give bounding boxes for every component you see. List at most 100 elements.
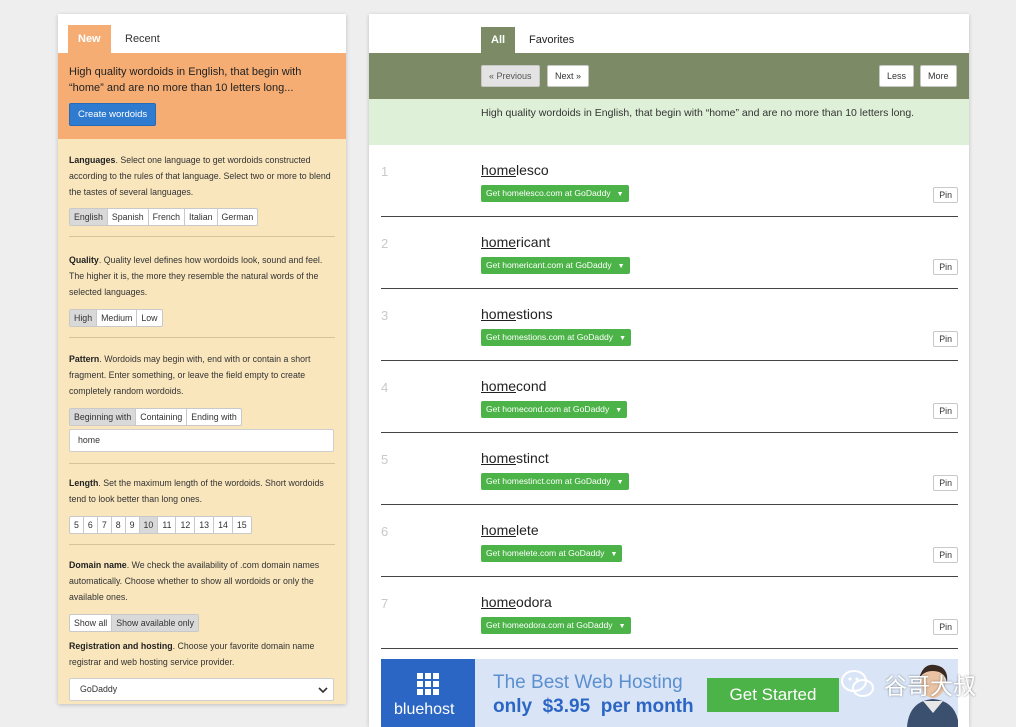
length-option-12[interactable]: 12 — [176, 517, 196, 533]
length-option-6[interactable]: 6 — [84, 517, 98, 533]
pattern-desc: . Wordoids may begin with, end with or c… — [69, 354, 311, 396]
pin-button[interactable]: Pin — [933, 547, 958, 563]
result-number: 3 — [381, 308, 389, 323]
pattern-input[interactable]: home — [69, 429, 334, 452]
caret-down-icon: ▼ — [618, 623, 626, 630]
pin-button[interactable]: Pin — [933, 619, 958, 635]
wordoid[interactable]: homeodora — [481, 594, 552, 610]
language-selector: English Spanish French Italian German — [69, 208, 259, 226]
quality-section: Quality. Quality level defines how wordo… — [58, 237, 346, 338]
length-option-13[interactable]: 13 — [195, 517, 215, 533]
wordoid-prefix: home — [481, 594, 517, 610]
godaddy-button[interactable]: Get homelesco.com at GoDaddy ▼ — [481, 185, 629, 202]
language-option-german[interactable]: German — [218, 209, 258, 225]
more-button[interactable]: More — [920, 65, 957, 87]
wordoid[interactable]: homestinct — [481, 450, 549, 466]
quality-option-high[interactable]: High — [70, 310, 98, 326]
length-option-8[interactable]: 8 — [112, 517, 126, 533]
tab-favorites[interactable]: Favorites — [519, 27, 584, 53]
language-option-english[interactable]: English — [70, 209, 108, 225]
length-selector: 5 6 7 8 9 10 11 12 13 14 15 — [69, 516, 252, 534]
results-tabs: All Favorites — [369, 14, 969, 53]
summary-box: High quality wordoids in English, that b… — [58, 53, 346, 139]
length-option-5[interactable]: 5 — [70, 517, 84, 533]
less-button[interactable]: Less — [879, 65, 915, 87]
result-number: 2 — [381, 236, 389, 251]
registrar-select[interactable]: GoDaddy — [69, 678, 334, 701]
result-number: 7 — [381, 596, 389, 611]
pin-button[interactable]: Pin — [933, 403, 958, 419]
previous-button[interactable]: « Previous — [481, 65, 540, 87]
length-option-11[interactable]: 11 — [158, 517, 177, 533]
language-option-french[interactable]: French — [149, 209, 186, 225]
tab-all[interactable]: All — [481, 27, 516, 53]
result-row: 4 homecond Get homecond.com at GoDaddy ▼ … — [381, 361, 958, 433]
ad-price: only $3.95 per month — [493, 696, 694, 717]
wordoid-rest: ricant — [516, 234, 551, 250]
chevron-down-icon — [318, 687, 328, 693]
wordoid[interactable]: homelesco — [481, 162, 549, 178]
wordoid-rest: cond — [516, 378, 547, 394]
wordoid[interactable]: homecond — [481, 378, 546, 394]
result-row: 6 homelete Get homelete.com at GoDaddy ▼ … — [381, 505, 958, 577]
godaddy-button[interactable]: Get homecond.com at GoDaddy ▼ — [481, 401, 628, 418]
wordoid-prefix: home — [481, 450, 517, 466]
get-started-button[interactable]: Get Started — [707, 678, 839, 712]
wordoid[interactable]: homelete — [481, 522, 539, 538]
language-option-italian[interactable]: Italian — [185, 209, 218, 225]
result-row: 7 homeodora Get homeodora.com at GoDaddy… — [381, 577, 958, 649]
godaddy-button[interactable]: Get homestions.com at GoDaddy ▼ — [481, 329, 631, 346]
caret-down-icon: ▼ — [615, 407, 623, 414]
bluehost-logo: bluehost — [381, 659, 475, 727]
create-wordoids-button[interactable]: Create wordoids — [69, 103, 157, 126]
result-row: 2 homericant Get homericant.com at GoDad… — [381, 217, 958, 289]
domain-section: Domain name. We check the availability o… — [58, 545, 346, 632]
wordoid-prefix: home — [481, 522, 517, 538]
pattern-option-containing[interactable]: Containing — [136, 409, 188, 425]
result-number: 6 — [381, 524, 389, 539]
next-button[interactable]: Next » — [547, 65, 590, 87]
tab-recent[interactable]: Recent — [115, 25, 170, 53]
pin-button[interactable]: Pin — [933, 331, 958, 347]
pattern-option-beginning[interactable]: Beginning with — [70, 409, 137, 425]
length-option-15[interactable]: 15 — [233, 517, 251, 533]
length-desc: . Set the maximum length of the wordoids… — [69, 478, 324, 504]
length-option-10[interactable]: 10 — [139, 517, 159, 533]
caret-down-icon: ▼ — [619, 335, 626, 342]
quality-title: Quality — [69, 255, 99, 265]
pin-button[interactable]: Pin — [933, 259, 958, 275]
length-option-9[interactable]: 9 — [126, 517, 140, 533]
wordoid[interactable]: homericant — [481, 234, 550, 250]
quality-option-low[interactable]: Low — [137, 310, 161, 326]
ad-headline: The Best Web Hosting — [493, 672, 683, 693]
tab-new[interactable]: New — [68, 25, 111, 53]
domain-option-show-all[interactable]: Show all — [70, 615, 113, 631]
wechat-icon — [841, 670, 874, 697]
languages-title: Languages — [69, 155, 116, 165]
godaddy-button[interactable]: Get homeodora.com at GoDaddy ▼ — [481, 617, 631, 634]
registrar-select-value: GoDaddy — [80, 684, 118, 694]
quality-option-medium[interactable]: Medium — [97, 310, 138, 326]
domain-title: Domain name — [69, 560, 127, 570]
result-number: 1 — [381, 164, 389, 179]
domain-option-available-only[interactable]: Show available only — [112, 615, 199, 631]
pin-button[interactable]: Pin — [933, 187, 958, 203]
bluehost-brand: bluehost — [394, 701, 455, 718]
domain-selector: Show all Show available only — [69, 614, 200, 632]
quality-selector: High Medium Low — [69, 309, 163, 327]
pattern-section: Pattern. Wordoids may begin with, end wi… — [58, 338, 346, 464]
length-option-14[interactable]: 14 — [214, 517, 233, 533]
caret-down-icon: ▼ — [610, 551, 618, 558]
wordoid[interactable]: homestions — [481, 306, 553, 322]
pattern-option-ending[interactable]: Ending with — [187, 409, 240, 425]
quality-desc: . Quality level defines how wordoids loo… — [69, 255, 323, 297]
caret-down-icon: ▼ — [617, 263, 625, 270]
pin-button[interactable]: Pin — [933, 475, 958, 491]
godaddy-button[interactable]: Get homericant.com at GoDaddy ▼ — [481, 257, 630, 274]
godaddy-button[interactable]: Get homelete.com at GoDaddy ▼ — [481, 545, 623, 562]
length-option-7[interactable]: 7 — [98, 517, 112, 533]
length-section: Length. Set the maximum length of the wo… — [58, 464, 346, 545]
language-option-spanish[interactable]: Spanish — [108, 209, 149, 225]
results-panel: All Favorites « Previous Next » Less Mor… — [369, 14, 969, 727]
godaddy-button[interactable]: Get homestinct.com at GoDaddy ▼ — [481, 473, 629, 490]
